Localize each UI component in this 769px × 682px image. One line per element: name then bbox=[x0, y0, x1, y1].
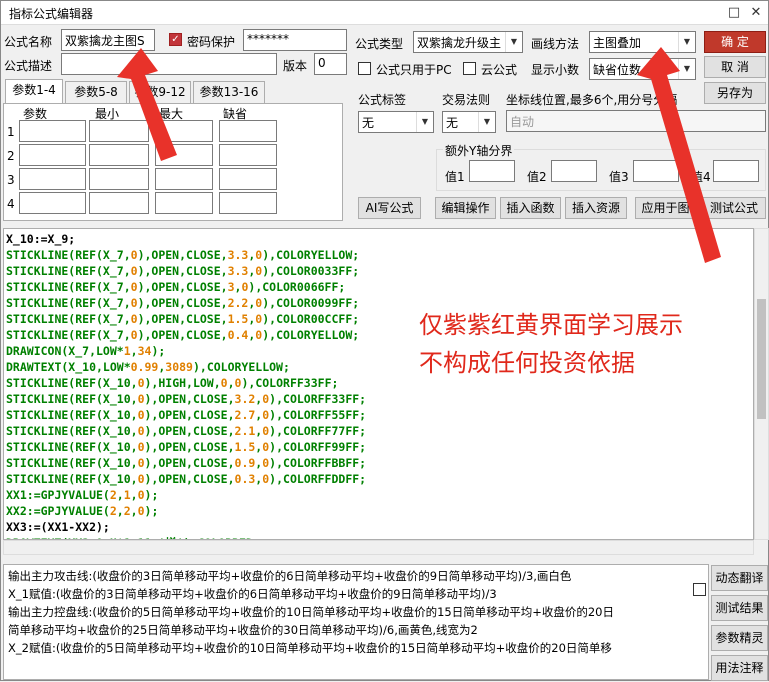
arrow-right-icon bbox=[637, 47, 721, 263]
arrow-left-icon bbox=[117, 48, 177, 161]
annotation-arrows bbox=[117, 47, 721, 263]
formula-editor-window: 指标公式编辑器 □ ✕ 公式名称 双紫擒龙主图S ✓ 密码保护 ******* … bbox=[0, 0, 769, 681]
